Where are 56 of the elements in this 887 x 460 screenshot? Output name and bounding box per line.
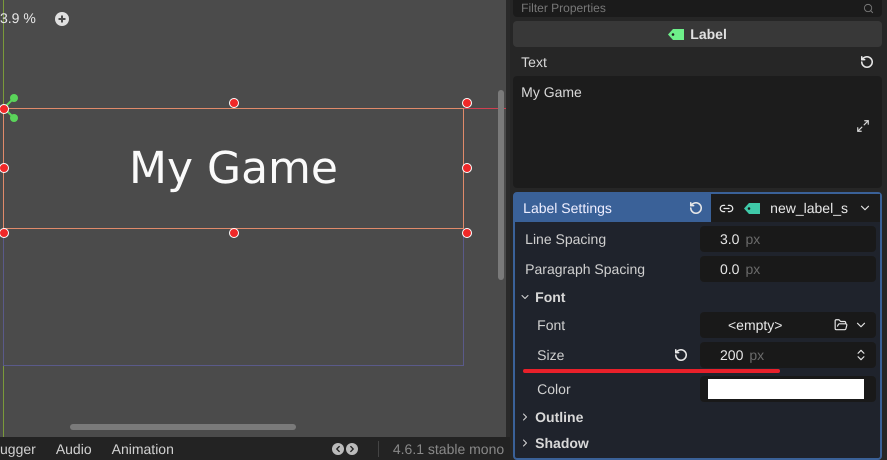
reset-icon[interactable] (860, 54, 874, 69)
zoom-in-icon[interactable] (55, 12, 69, 26)
unit-text: px (749, 347, 764, 363)
field-value: 200 (720, 347, 744, 363)
field-value: 0.0 (720, 261, 740, 277)
panel-tab[interactable]: ugger (0, 440, 36, 456)
tag-icon (744, 202, 760, 214)
resize-handle[interactable] (462, 163, 472, 173)
field-value: 3.0 (720, 231, 740, 247)
property-label: Line Spacing (525, 231, 608, 247)
group-header[interactable]: Shadow (519, 432, 876, 454)
resource-picker[interactable]: <empty> (700, 312, 876, 338)
property-label: Size (537, 347, 566, 363)
resource-name: new_label_s (770, 200, 848, 216)
expand-icon[interactable] (856, 119, 870, 133)
resize-handle[interactable] (462, 98, 472, 108)
canvas-viewport[interactable]: 3.9 % My Game (0, 0, 510, 437)
property-label: Paragraph Spacing (525, 261, 646, 277)
group-header[interactable]: Font (519, 286, 876, 308)
version-text: 4.6.1 stable mono (378, 440, 504, 456)
filter-field[interactable]: Filter Properties (513, 0, 882, 17)
section-header[interactable]: Label Settings (515, 194, 712, 222)
property-label: Font (537, 317, 566, 333)
text-area[interactable]: My Game (513, 76, 882, 188)
resize-handle[interactable] (0, 104, 9, 114)
panel-tab[interactable]: Animation (112, 440, 174, 456)
folder-icon[interactable] (834, 318, 848, 332)
number-field[interactable]: 3.0 px (700, 226, 876, 252)
color-picker[interactable] (700, 376, 876, 402)
tag-icon (668, 28, 684, 40)
scrollbar[interactable] (498, 90, 504, 280)
number-field[interactable]: 200 px (700, 342, 876, 368)
label-node[interactable]: My Game (3, 108, 464, 229)
search-icon (863, 2, 874, 14)
filter-placeholder: Filter Properties (521, 1, 606, 16)
next-icon[interactable] (346, 442, 358, 454)
resize-handle[interactable] (229, 98, 239, 108)
resize-handle[interactable] (0, 163, 9, 173)
property-label: Text (521, 54, 547, 70)
unit-text: px (745, 231, 760, 247)
panel-tab[interactable]: Audio (56, 440, 92, 456)
property-label: Color (537, 381, 572, 397)
number-field[interactable]: 0.0 px (700, 256, 876, 282)
unit-text: px (745, 261, 760, 277)
field-value: <empty> (728, 317, 782, 333)
scrollbar[interactable] (70, 424, 296, 430)
resize-handle[interactable] (0, 228, 9, 238)
group-header[interactable]: Outline (519, 406, 876, 428)
resize-handle[interactable] (229, 228, 239, 238)
label-text: My Game (129, 143, 338, 194)
text-value: My Game (521, 84, 582, 100)
resize-handle[interactable] (462, 228, 472, 238)
zoom-level: 3.9 % (0, 10, 36, 26)
reset-icon[interactable] (674, 348, 688, 362)
previous-icon[interactable] (332, 442, 344, 454)
node-type-text: Label (690, 26, 727, 42)
